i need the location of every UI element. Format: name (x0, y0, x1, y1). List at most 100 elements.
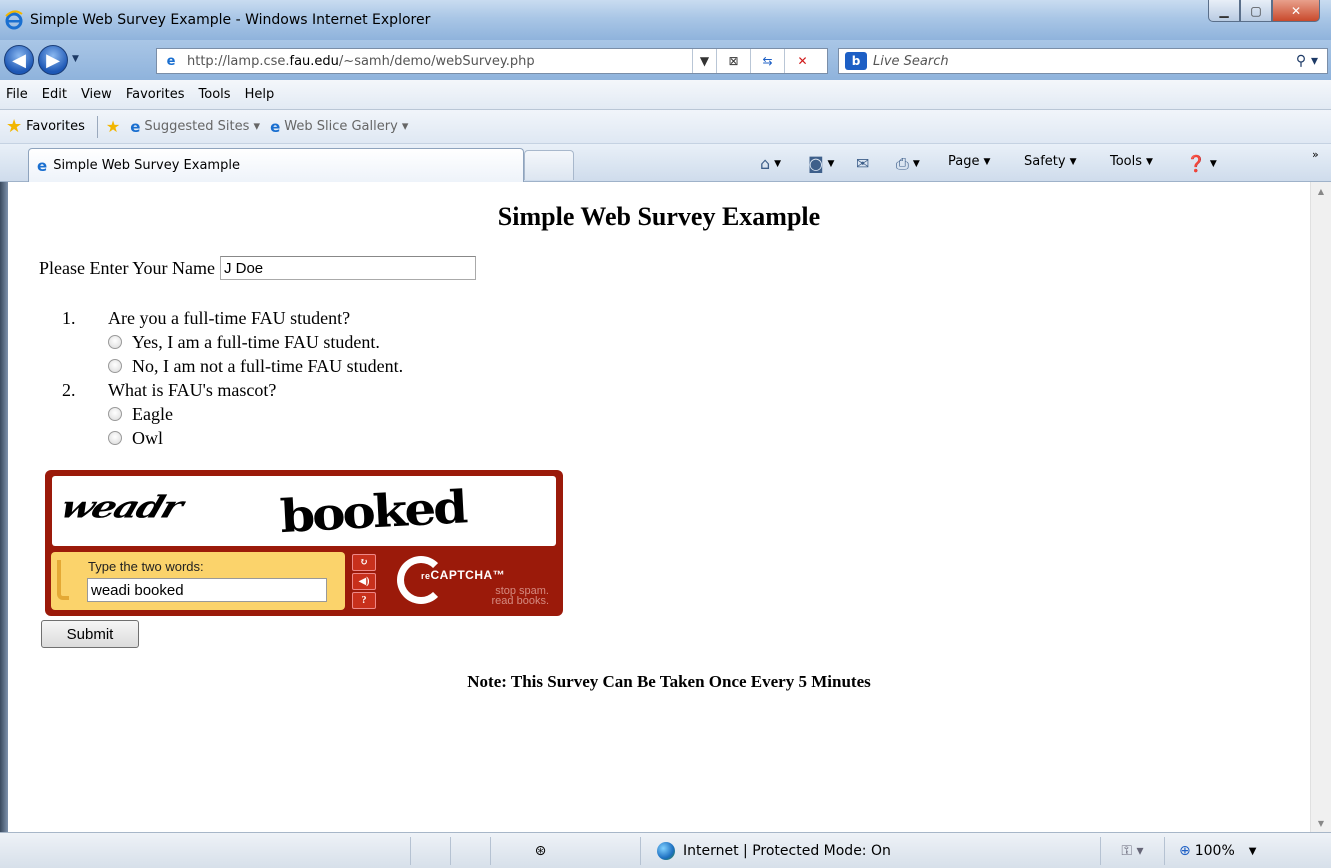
ie-logo-icon (5, 10, 23, 30)
feeds-button[interactable]: ◙ ▼ (808, 154, 834, 173)
radio-button[interactable] (108, 407, 122, 421)
address-bar[interactable]: e http://lamp.cse.fau.edu/~samh/demo/web… (156, 48, 828, 74)
option-label: Yes, I am a full-time FAU student. (132, 332, 380, 352)
menu-view[interactable]: View (81, 87, 112, 102)
tools-menu[interactable]: Tools ▼ (1110, 154, 1153, 169)
scroll-down-icon[interactable]: ▼ (1311, 814, 1331, 832)
search-input[interactable]: Live Search (873, 54, 1287, 69)
captcha-help-icon[interactable]: ? (352, 592, 376, 609)
home-icon: ⌂ (760, 154, 771, 173)
captcha-response-panel: Type the two words: weadi booked (51, 552, 345, 610)
title-bar: Simple Web Survey Example - Windows Inte… (0, 0, 1331, 40)
page-menu[interactable]: Page ▼ (948, 154, 990, 169)
zone-text: Internet | Protected Mode: On (683, 843, 891, 859)
favorites-star-icon[interactable]: ★ (6, 116, 22, 137)
favorites-separator (96, 115, 98, 138)
captcha-word-1: weadr (56, 488, 186, 525)
maximize-button[interactable]: ▢ (1240, 0, 1272, 22)
tab-label: Simple Web Survey Example (53, 158, 240, 173)
recaptcha-widget: weadr booked Type the two words: weadi b… (45, 470, 563, 616)
forward-button[interactable]: ▶ (38, 45, 68, 75)
option-label: Owl (132, 428, 163, 448)
question-number: 1. (62, 308, 76, 328)
page-content: Simple Web Survey Example Please Enter Y… (8, 182, 1310, 832)
status-bar: ⊛ Internet | Protected Mode: On ⚿ ▾ ⊕ 10… (0, 832, 1331, 868)
web-slice-gallery-link[interactable]: e Web Slice Gallery ▾ (270, 118, 408, 136)
option-eagle[interactable]: Eagle (108, 402, 403, 426)
captcha-word-2: booked (278, 480, 467, 543)
compatibility-view-icon[interactable]: ⊠ (716, 49, 750, 73)
menu-tools[interactable]: Tools (199, 87, 231, 102)
stop-icon[interactable]: ✕ (784, 49, 820, 73)
search-icon[interactable]: ⚲ ▾ (1287, 53, 1327, 69)
safety-menu[interactable]: Safety ▼ (1024, 154, 1077, 169)
privacy-icon[interactable]: ⊛ (490, 837, 590, 865)
radio-button[interactable] (108, 359, 122, 373)
address-dropdown-icon[interactable]: ▼ (692, 49, 716, 73)
name-row: Please Enter Your Name J Doe (39, 256, 476, 280)
print-button[interactable]: ⎙ ▼ (896, 154, 920, 174)
menu-favorites[interactable]: Favorites (126, 87, 185, 102)
search-box[interactable]: b Live Search ⚲ ▾ (838, 48, 1328, 74)
address-url[interactable]: http://lamp.cse.fau.edu/~samh/demo/webSu… (187, 54, 692, 69)
radio-button[interactable] (108, 431, 122, 445)
vertical-scrollbar[interactable]: ▲ ▼ (1310, 182, 1331, 832)
favorites-button[interactable]: Favorites (26, 119, 85, 134)
name-label: Please Enter Your Name (39, 257, 215, 278)
suggested-sites-link[interactable]: e Suggested Sites ▾ (130, 118, 260, 136)
tab-active[interactable]: e Simple Web Survey Example (28, 148, 524, 182)
zoom-value: 100% (1194, 843, 1235, 859)
tab-bar: e Simple Web Survey Example ⌂ ▼ ◙ ▼ ✉ ⎙ ▼ P… (0, 144, 1331, 182)
recaptcha-brand: reCAPTCHA™ (421, 568, 506, 582)
security-zone[interactable]: Internet | Protected Mode: On (640, 837, 1000, 865)
refresh-icon[interactable]: ⇆ (750, 49, 784, 73)
captcha-controls: ↻ ◀) ? (352, 554, 378, 610)
chevron-more-icon[interactable]: » (1312, 148, 1319, 161)
menu-help[interactable]: Help (245, 87, 275, 102)
scroll-up-icon[interactable]: ▲ (1311, 182, 1331, 200)
status-cell (450, 837, 490, 865)
audio-captcha-icon[interactable]: ◀) (352, 573, 376, 590)
submit-button[interactable]: Submit (41, 620, 139, 648)
recaptcha-logo: reCAPTCHA™ stop spam. read books. (397, 554, 557, 610)
internet-globe-icon (657, 842, 675, 860)
page-title: Simple Web Survey Example (497, 202, 821, 231)
back-button[interactable]: ◀ (4, 45, 34, 75)
radio-button[interactable] (108, 335, 122, 349)
window-title: Simple Web Survey Example - Windows Inte… (30, 12, 431, 28)
question-number: 2. (62, 380, 76, 400)
print-icon: ⎙ (896, 154, 909, 173)
question-text: What is FAU's mascot? (108, 380, 277, 400)
minimize-button[interactable]: ▁ (1208, 0, 1240, 22)
status-cell (410, 837, 450, 865)
question-2: 2. What is FAU's mascot? (62, 378, 403, 402)
zoom-level[interactable]: ⊕ 100% ▼ (1164, 837, 1304, 865)
refresh-captcha-icon[interactable]: ↻ (352, 554, 376, 571)
question-1: 1. Are you a full-time FAU student? (62, 306, 403, 330)
option-label: Eagle (132, 404, 173, 424)
option-no-fulltime[interactable]: No, I am not a full-time FAU student. (108, 354, 403, 378)
add-to-favorites-icon[interactable]: ★ (106, 117, 120, 136)
captcha-image: weadr booked (52, 476, 556, 546)
question-text: Are you a full-time FAU student? (108, 308, 351, 328)
option-yes-fulltime[interactable]: Yes, I am a full-time FAU student. (108, 330, 403, 354)
forward-arrow-icon: ▶ (46, 49, 60, 71)
close-button[interactable]: ✕ (1272, 0, 1320, 22)
help-button[interactable]: ❓ ▼ (1186, 154, 1217, 173)
option-owl[interactable]: Owl (108, 426, 403, 450)
home-button[interactable]: ⌂ ▼ (760, 154, 781, 173)
survey-note: Note: This Survey Can Be Taken Once Ever… (467, 672, 871, 691)
new-tab-button[interactable] (524, 150, 574, 180)
name-input[interactable]: J Doe (219, 256, 476, 280)
rss-feed-icon: ◙ (808, 154, 824, 173)
captcha-input[interactable]: weadi booked (87, 578, 327, 602)
mail-icon: ✉ (856, 154, 870, 173)
menu-edit[interactable]: Edit (42, 87, 67, 102)
menu-file[interactable]: File (6, 87, 28, 102)
ie-page-icon: e (270, 117, 281, 136)
recent-pages-dropdown[interactable]: ▼ (72, 54, 79, 64)
protected-mode-icon[interactable]: ⚿ ▾ (1100, 837, 1164, 865)
question-list: 1. Are you a full-time FAU student? Yes,… (62, 306, 403, 450)
favorites-bar: ★ Favorites ★ e Suggested Sites ▾ e Web Sl… (0, 110, 1331, 144)
mail-button[interactable]: ✉ (856, 154, 869, 173)
